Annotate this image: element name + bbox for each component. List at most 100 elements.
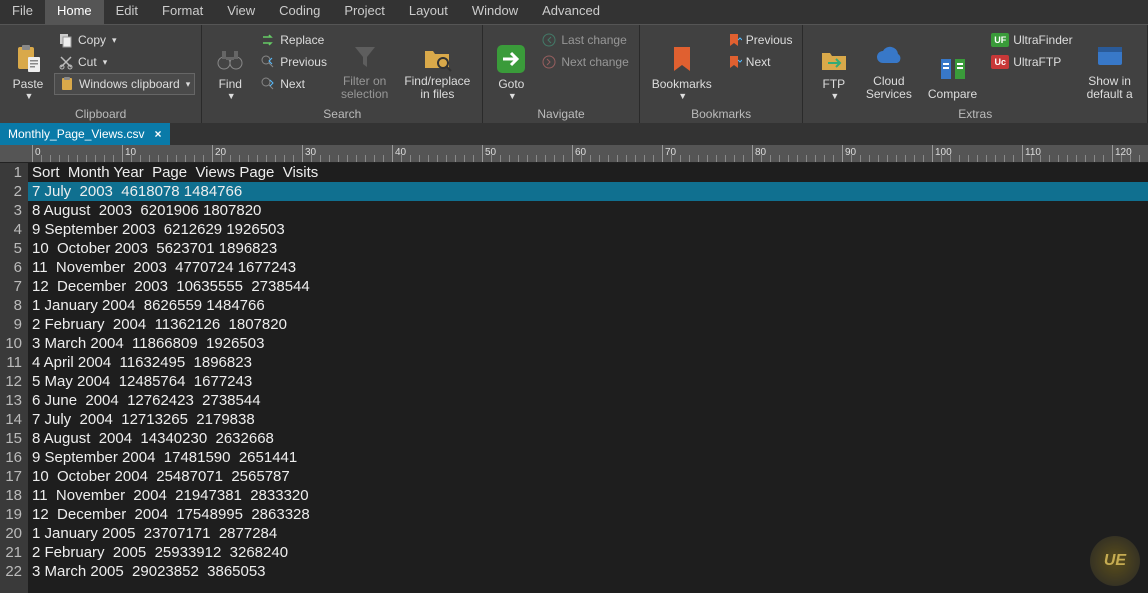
group-label-navigate: Navigate — [537, 107, 584, 121]
menu-edit[interactable]: Edit — [104, 0, 150, 24]
chevron-down-icon: ▼ — [25, 91, 34, 101]
code-line[interactable]: 8 August 2003 6201906 1807820 — [28, 201, 1148, 220]
bookmark-up-icon — [726, 32, 742, 48]
menu-window[interactable]: Window — [460, 0, 530, 24]
bookmark-down-icon — [726, 54, 742, 70]
code-line[interactable]: 2 February 2005 25933912 3268240 — [28, 543, 1148, 562]
code-line[interactable]: 2 February 2004 11362126 1807820 — [28, 315, 1148, 334]
last-change-button[interactable]: Last change — [537, 29, 632, 51]
menu-layout[interactable]: Layout — [397, 0, 460, 24]
uf-badge-icon: UF — [991, 33, 1009, 47]
chevron-down-icon: ▼ — [508, 91, 517, 101]
menu-home[interactable]: Home — [45, 0, 104, 24]
menu-format[interactable]: Format — [150, 0, 215, 24]
tabbar: Monthly_Page_Views.csv × — [0, 123, 1148, 145]
ruler-tick: 30 — [302, 145, 303, 163]
ruler-tick: 70 — [662, 145, 663, 163]
code-line[interactable]: 8 August 2004 14340230 2632668 — [28, 429, 1148, 448]
chevron-down-icon: ▼ — [678, 91, 687, 101]
code-line[interactable]: 10 October 2003 5623701 1896823 — [28, 239, 1148, 258]
show-in-default-button[interactable]: Show in default a — [1081, 29, 1139, 103]
menu-view[interactable]: View — [215, 0, 267, 24]
ultraftp-button[interactable]: UcUltraFTP — [987, 51, 1076, 73]
paste-button[interactable]: Paste ▼ — [6, 29, 50, 103]
file-tab[interactable]: Monthly_Page_Views.csv × — [0, 123, 170, 145]
menu-project[interactable]: Project — [332, 0, 396, 24]
search-previous-button[interactable]: Previous — [256, 51, 331, 73]
code-line[interactable]: 9 September 2004 17481590 2651441 — [28, 448, 1148, 467]
ruler-tick: 100 — [932, 145, 933, 163]
uc-badge-icon: Uc — [991, 55, 1009, 69]
cut-button[interactable]: Cut▾ — [54, 51, 195, 73]
arrow-left-circle-icon — [541, 32, 557, 48]
group-label-clipboard: Clipboard — [75, 107, 126, 121]
ftp-folder-icon — [818, 43, 850, 75]
find-in-files-button[interactable]: Find/replace in files — [398, 29, 476, 103]
code-line[interactable]: Sort Month Year Page Views Page Visits — [28, 163, 1148, 182]
group-navigate: Goto ▼ Last change Next change Navigate — [483, 25, 639, 123]
code-line[interactable]: 6 June 2004 12762423 2738544 — [28, 391, 1148, 410]
code-line[interactable]: 3 March 2005 29023852 3865053 — [28, 562, 1148, 581]
code-line[interactable]: 12 December 2003 10635555 2738544 — [28, 277, 1148, 296]
bookmark-previous-button[interactable]: Previous — [722, 29, 797, 51]
bookmarks-button[interactable]: Bookmarks ▼ — [646, 29, 718, 103]
code-line[interactable]: 12 December 2004 17548995 2863328 — [28, 505, 1148, 524]
chevron-down-icon: ▾ — [186, 79, 191, 90]
ruler-tick: 20 — [212, 145, 213, 163]
menu-advanced[interactable]: Advanced — [530, 0, 612, 24]
compare-icon — [937, 53, 969, 85]
ruler-tick: 90 — [842, 145, 843, 163]
text-editor[interactable]: 12345678910111213141516171819202122 Sort… — [0, 163, 1148, 593]
clipboard-icon — [59, 76, 75, 92]
windows-clipboard-button[interactable]: Windows clipboard ▾ — [54, 73, 195, 95]
next-icon — [260, 76, 276, 92]
folder-search-icon — [421, 41, 453, 73]
code-line[interactable]: 3 March 2004 11866809 1926503 — [28, 334, 1148, 353]
next-change-button[interactable]: Next change — [537, 51, 632, 73]
chevron-down-icon: ▼ — [227, 91, 236, 101]
search-next-button[interactable]: Next — [256, 73, 331, 95]
line-number-gutter: 12345678910111213141516171819202122 — [0, 163, 28, 593]
code-line[interactable]: 7 July 2003 4618078 1484766 — [28, 182, 1148, 201]
group-search: Find ▼ Replace Previous Next Filter on s… — [202, 25, 483, 123]
replace-button[interactable]: Replace — [256, 29, 331, 51]
ruler-tick: 0 — [32, 145, 33, 163]
code-line[interactable]: 7 July 2004 12713265 2179838 — [28, 410, 1148, 429]
ribbon: Paste ▼ Copy▾ Cut▾ Windows clipboard ▾ — [0, 24, 1148, 123]
ruler-tick: 10 — [122, 145, 123, 163]
chevron-down-icon: ▾ — [103, 57, 108, 68]
menu-coding[interactable]: Coding — [267, 0, 332, 24]
code-area[interactable]: Sort Month Year Page Views Page Visits7 … — [28, 163, 1148, 593]
bookmark-next-button[interactable]: Next — [722, 51, 797, 73]
paste-label: Paste — [13, 77, 44, 91]
ultrafinder-button[interactable]: UFUltraFinder — [987, 29, 1076, 51]
previous-icon — [260, 54, 276, 70]
cloud-icon — [873, 41, 905, 73]
ftp-button[interactable]: FTP ▼ — [812, 29, 856, 103]
copy-button[interactable]: Copy▾ — [54, 29, 195, 51]
code-line[interactable]: 1 January 2004 8626559 1484766 — [28, 296, 1148, 315]
binoculars-icon — [214, 43, 246, 75]
code-line[interactable]: 11 November 2003 4770724 1677243 — [28, 258, 1148, 277]
find-button[interactable]: Find ▼ — [208, 29, 252, 103]
replace-icon — [260, 32, 276, 48]
close-tab-icon[interactable]: × — [155, 127, 162, 141]
group-label-bookmarks: Bookmarks — [691, 107, 751, 121]
group-label-search: Search — [323, 107, 361, 121]
code-line[interactable]: 10 October 2004 25487071 2565787 — [28, 467, 1148, 486]
menu-file[interactable]: File — [0, 0, 45, 24]
group-extras: FTP ▼ Cloud Services Compare UFUltraFind… — [803, 25, 1148, 123]
code-line[interactable]: 4 April 2004 11632495 1896823 — [28, 353, 1148, 372]
group-clipboard: Paste ▼ Copy▾ Cut▾ Windows clipboard ▾ — [0, 25, 202, 123]
file-tab-label: Monthly_Page_Views.csv — [8, 127, 145, 141]
cloud-services-button[interactable]: Cloud Services — [860, 29, 918, 103]
compare-button[interactable]: Compare — [922, 29, 983, 103]
code-line[interactable]: 1 January 2005 23707171 2877284 — [28, 524, 1148, 543]
code-line[interactable]: 9 September 2003 6212629 1926503 — [28, 220, 1148, 239]
goto-button[interactable]: Goto ▼ — [489, 29, 533, 103]
filter-on-selection-button[interactable]: Filter on selection — [335, 29, 394, 103]
code-line[interactable]: 11 November 2004 21947381 2833320 — [28, 486, 1148, 505]
group-bookmarks: Bookmarks ▼ Previous Next Bookmarks — [640, 25, 804, 123]
code-line[interactable]: 5 May 2004 12485764 1677243 — [28, 372, 1148, 391]
arrow-right-circle-icon — [541, 54, 557, 70]
